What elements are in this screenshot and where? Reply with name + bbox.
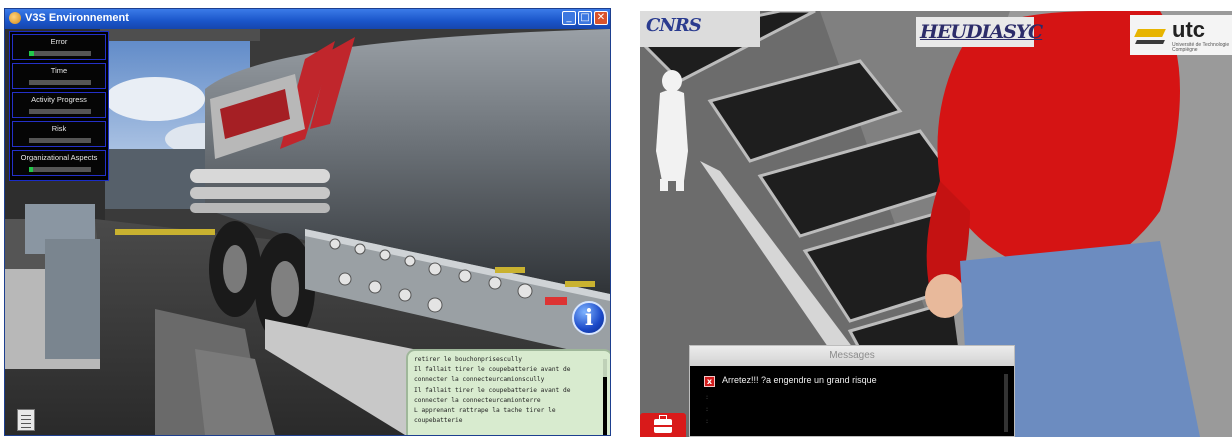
hud-fill: [29, 167, 34, 172]
log-line: connecter la connecteurcamionterre: [414, 396, 541, 404]
hud-organizational-aspects: Organizational Aspects: [12, 150, 106, 176]
log-line: coupebatterie: [414, 417, 463, 425]
log-line: Il fallait tirer le coupebatterie avant …: [414, 366, 571, 374]
close-button[interactable]: ✕: [594, 11, 608, 25]
log-line: Il fallait tirer le coupebatterie avant …: [414, 386, 571, 394]
hud-bar: [29, 138, 91, 143]
message-dots: :: [706, 406, 709, 413]
log-scroll-thumb[interactable]: [603, 377, 607, 435]
messages-body: x Arretez!!! ?a engendre un grand risque…: [690, 368, 1014, 436]
info-button[interactable]: i: [572, 301, 606, 335]
log-line: retirer le bouchonprisescully: [414, 356, 523, 363]
simulator-window: V3S Environnement _ □ ✕ Error Time Activ…: [4, 8, 611, 436]
message-dots: :: [706, 394, 709, 401]
utc-logo: utc Université de Technologie Compiègne: [1130, 15, 1232, 55]
utc-logo-mark: [1135, 40, 1165, 44]
heudiasyc-logo: HEUDIASYC: [916, 17, 1043, 47]
cnrs-logo: CNRS: [640, 11, 760, 47]
hud-bar: [29, 51, 91, 56]
utc-logo-mark: [1134, 29, 1166, 37]
messages-scrollbar[interactable]: [1004, 374, 1008, 432]
window-title: V3S Environnement: [25, 12, 129, 24]
toolbox-button[interactable]: [640, 413, 686, 437]
hud-label: Time: [50, 66, 68, 75]
hud-risk: Risk: [12, 121, 106, 147]
log-text: retirer le bouchonprisescully Il fallait…: [414, 355, 594, 426]
hud-fill: [29, 51, 34, 56]
log-line: L apprenant rattrape la tache tirer le: [414, 407, 556, 415]
toolbox-icon: [654, 415, 672, 433]
hud-time: Time: [12, 63, 106, 89]
hud-activity-progress: Activity Progress: [12, 92, 106, 118]
hud-label: Error: [50, 37, 68, 46]
hud-bar: [29, 109, 91, 114]
hud-bar: [29, 167, 91, 172]
message-text: Arretez!!! ?a engendre un grand risque: [722, 375, 877, 385]
hud-panel: Error Time Activity Progress Risk Organi…: [9, 31, 109, 181]
document-icon[interactable]: [17, 409, 35, 431]
hud-error: Error: [12, 34, 106, 60]
log-line: connecter la connecteurcamionscully: [414, 376, 545, 384]
error-icon: x: [704, 376, 715, 387]
messages-panel: Messages x Arretez!!! ?a engendre un gra…: [689, 345, 1015, 437]
log-scrollbar[interactable]: [603, 359, 607, 435]
app-icon: [9, 12, 21, 24]
hud-label: Risk: [51, 124, 67, 133]
log-panel: retirer le bouchonprisescully Il fallait…: [406, 349, 610, 435]
maximize-button[interactable]: □: [578, 11, 592, 25]
hud-bar: [29, 80, 91, 85]
messages-header: Messages: [690, 346, 1014, 366]
minimize-button[interactable]: _: [562, 11, 576, 25]
title-bar[interactable]: V3S Environnement _ □ ✕: [5, 9, 610, 29]
hud-label: Organizational Aspects: [20, 153, 98, 162]
staircase-scene: CNRS HEUDIASYC utc Université de Technol…: [640, 11, 1232, 437]
message-dots: :: [706, 418, 709, 425]
hud-label: Activity Progress: [31, 95, 87, 104]
